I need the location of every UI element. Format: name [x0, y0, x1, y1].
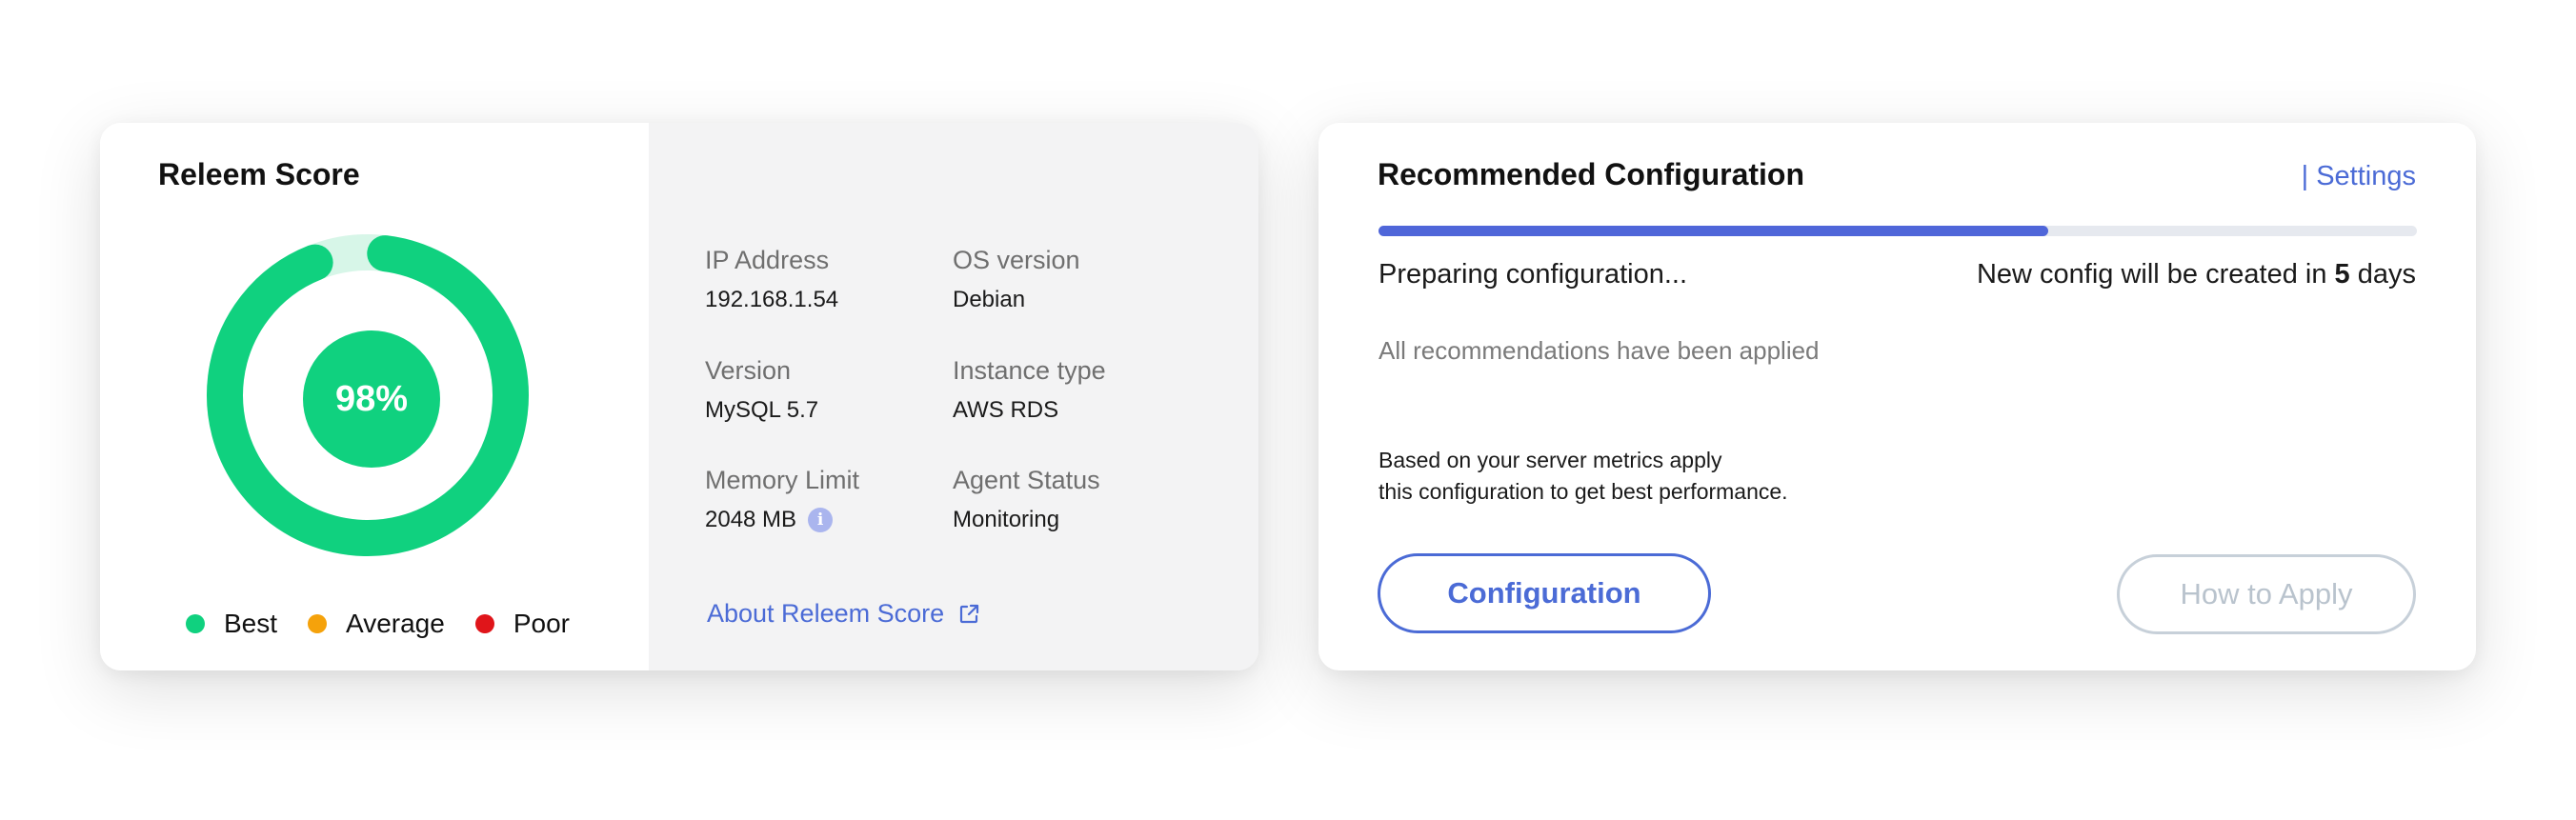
- applied-note: All recommendations have been applied: [1379, 336, 1820, 365]
- agent-status-value: Monitoring: [953, 507, 1060, 532]
- agent-status-label: Agent Status: [953, 466, 1100, 494]
- releem-score-card: Releem Score 98% Best Average Poor IP Ad…: [100, 123, 1258, 670]
- agent-status-field: Agent Status Monitoring: [953, 466, 1100, 533]
- legend-label-poor: Poor: [513, 609, 570, 638]
- os-version-value: Debian: [953, 287, 1026, 312]
- config-card-title: Recommended Configuration: [1378, 157, 1805, 191]
- configuration-button[interactable]: Configuration: [1378, 553, 1711, 633]
- legend-item-average: Average: [308, 609, 445, 639]
- legend-label-average: Average: [346, 609, 445, 638]
- about-link-label: About Releem Score: [707, 599, 945, 628]
- version-label: Version: [705, 356, 792, 385]
- version-field: Version MySQL 5.7: [705, 356, 818, 424]
- score-card-title: Releem Score: [158, 157, 360, 191]
- instance-type-value: AWS RDS: [953, 397, 1059, 423]
- settings-link[interactable]: | Settings: [2302, 161, 2416, 192]
- memory-limit-row: 2048 MB i: [705, 507, 859, 533]
- ip-address-value: 192.168.1.54: [705, 287, 839, 312]
- config-description-line-1: Based on your server metrics apply: [1379, 448, 1722, 472]
- config-progress-fill: [1379, 226, 2049, 236]
- poor-dot-icon: [474, 614, 494, 633]
- memory-limit-field: Memory Limit 2048 MB i: [705, 466, 859, 533]
- best-dot-icon: [186, 614, 205, 633]
- os-version-label: OS version: [953, 246, 1080, 274]
- ip-address-field: IP Address 192.168.1.54: [705, 246, 838, 313]
- next-config-notice: New config will be created in 5 days: [1977, 259, 2416, 290]
- config-progress-bar: [1379, 226, 2417, 236]
- how-to-apply-button[interactable]: How to Apply: [2117, 554, 2416, 634]
- preparing-status: Preparing configuration...: [1379, 259, 1688, 290]
- next-config-prefix: New config will be created in: [1976, 259, 2327, 290]
- memory-limit-value: 2048 MB: [705, 507, 797, 532]
- score-panel: Releem Score 98% Best Average Poor: [100, 123, 649, 670]
- config-description-line-2: this configuration to get best performan…: [1379, 479, 1788, 504]
- about-releem-score-link[interactable]: About Releem Score: [707, 599, 980, 629]
- legend-item-best: Best: [186, 609, 277, 639]
- external-link-icon: [960, 604, 979, 623]
- info-icon[interactable]: i: [808, 508, 834, 532]
- os-version-field: OS version Debian: [953, 246, 1080, 313]
- score-value: 98%: [303, 330, 440, 468]
- average-dot-icon: [308, 614, 328, 633]
- instance-type-field: Instance type AWS RDS: [953, 356, 1106, 424]
- legend-item-poor: Poor: [474, 609, 570, 639]
- next-config-days: 5: [2334, 259, 2350, 290]
- score-legend: Best Average Poor: [186, 609, 600, 639]
- memory-limit-label: Memory Limit: [705, 466, 860, 494]
- version-value: MySQL 5.7: [705, 397, 819, 423]
- ip-address-label: IP Address: [705, 246, 830, 274]
- recommended-configuration-card: Recommended Configuration | Settings Pre…: [1318, 123, 2476, 670]
- next-config-suffix: days: [2357, 259, 2416, 290]
- instance-type-label: Instance type: [953, 356, 1106, 385]
- config-description: Based on your server metrics apply this …: [1379, 445, 1788, 508]
- legend-label-best: Best: [224, 609, 278, 638]
